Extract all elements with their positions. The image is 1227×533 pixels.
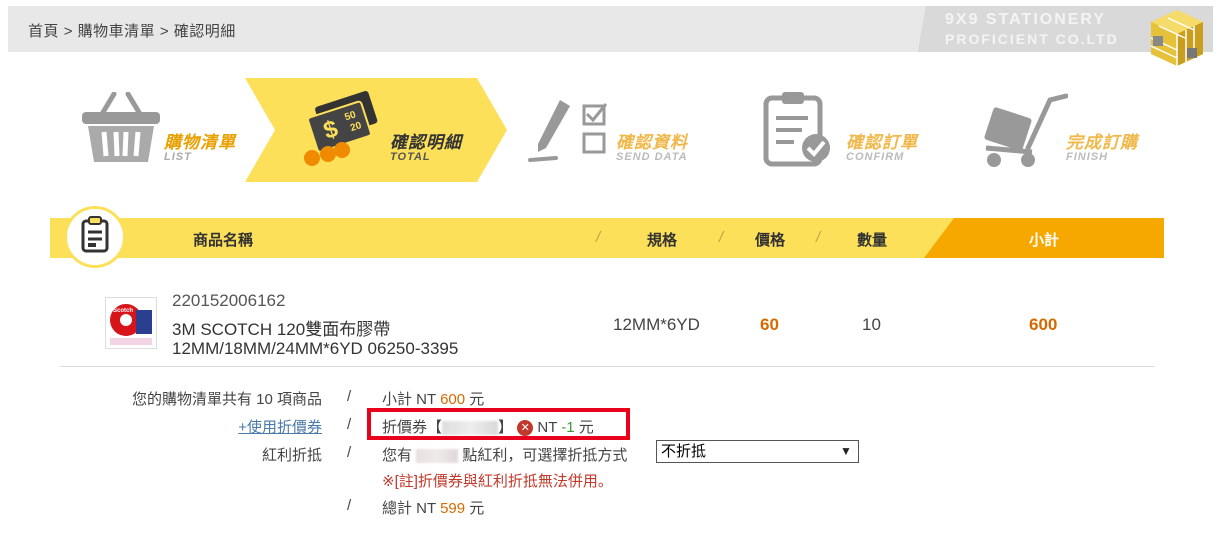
table-header: 商品名稱 / 規格 / 價格 / 數量 小計 [50, 218, 1164, 258]
header-sep: / [816, 229, 821, 246]
breadcrumb-sep: > [63, 23, 73, 40]
bonus-select[interactable]: 不折抵 [656, 440, 859, 463]
bonus-label: 紅利折抵 [261, 447, 322, 464]
brand-logo: 9X9 STATIONERY PROFICIENT CO.LTD [893, 6, 1213, 66]
highlight-box [367, 408, 630, 440]
step-label: 確認明細 [390, 133, 462, 152]
brand-line2: PROFICIENT CO.LTD [945, 31, 1119, 47]
hand-truck-icon [984, 93, 1068, 167]
scotch-tape-image: Scotch [110, 304, 152, 345]
step-list: 購物清單 LIST [76, 78, 246, 182]
step-label: 確認訂單 [846, 133, 918, 152]
pen-form-icon [528, 100, 608, 162]
header-name: 商品名稱 [193, 232, 254, 249]
summary-slash: / [347, 416, 352, 433]
step-sublabel: FINISH [1066, 151, 1109, 163]
summary-slash: / [347, 444, 352, 461]
basket-icon [82, 92, 160, 162]
step-sublabel: SEND DATA [616, 151, 688, 163]
product-qty: 10 [862, 315, 881, 334]
order-badge [64, 206, 126, 268]
step-label: 完成訂購 [1066, 133, 1138, 152]
header-qty: 數量 [857, 232, 888, 249]
table-row: Scotch 220152006162 3M SCOTCH 120雙面布膠帶 1… [60, 285, 1155, 367]
use-coupon-link[interactable]: +使用折價券 [238, 416, 322, 437]
breadcrumb-current: 確認明細 [173, 23, 236, 40]
summary-slash: / [347, 497, 352, 514]
thumb-brand: Scotch [113, 308, 133, 314]
header-sep: / [596, 229, 601, 246]
product-subtotal: 600 [1029, 315, 1058, 334]
breadcrumb: 首頁 > 購物車清單 > 確認明細 [28, 20, 236, 41]
total-suffix: 元 [465, 500, 485, 517]
page: 首頁 > 購物車清單 > 確認明細 9X9 STATIONERY PROFICI… [0, 0, 1227, 533]
breadcrumb-sep: > [159, 23, 170, 40]
subtotal-prefix: 小計 NT [382, 391, 441, 408]
bonus-mid: 點紅利，可選擇折抵方式 [458, 447, 628, 464]
step-finish: 完成訂購 FINISH [980, 78, 1180, 182]
step-total: $ 50 20 確認明細 TOTAL [300, 78, 500, 182]
header-sep: / [719, 229, 724, 246]
bonus-points-redacted [416, 449, 459, 464]
step-sublabel: CONFIRM [846, 151, 905, 163]
clipboard-check-icon [763, 92, 830, 167]
breadcrumb-cart[interactable]: 購物車清單 [78, 23, 156, 40]
subtotal-summary: 小計 NT 600 元 [382, 388, 484, 409]
product-name[interactable]: 3M SCOTCH 120雙面布膠帶 [172, 315, 390, 340]
step-label: 購物清單 [164, 133, 236, 152]
step-sublabel: LIST [164, 151, 192, 163]
product-spec: 12MM*6YD [613, 315, 700, 334]
total-summary: 總計 NT 599 元 [382, 497, 484, 518]
product-thumbnail[interactable]: Scotch [105, 297, 157, 349]
brand-line1: 9X9 STATIONERY [945, 11, 1107, 28]
breadcrumb-home[interactable]: 首頁 [28, 23, 59, 40]
money-icon: $ 50 20 [304, 91, 378, 166]
bonus-prefix: 您有 [382, 447, 417, 464]
header-price: 價格 [755, 232, 786, 249]
checkout-steps: 購物清單 LIST $ 50 20 確認明細 TOTAL 確認資料 SEND D… [60, 78, 1190, 184]
step-sublabel: TOTAL [390, 151, 431, 163]
step-send-data: 確認資料 SEND DATA [526, 78, 716, 182]
product-price: 60 [760, 315, 779, 334]
total-prefix: 總計 NT [382, 500, 441, 517]
combine-note: ※[註]折價券與紅利折抵無法併用。 [382, 473, 613, 490]
total-value: 599 [440, 500, 466, 517]
cube-logo-icon [1150, 10, 1203, 66]
step-label: 確認資料 [616, 133, 688, 152]
item-count-label: 您的購物清單共有 10 項商品 [131, 391, 322, 408]
bonus-summary: 您有 點紅利，可選擇折抵方式 [382, 444, 627, 465]
header-spec: 規格 [647, 232, 678, 249]
product-name-line2: 12MM/18MM/24MM*6YD 06250-3395 [172, 339, 459, 358]
product-code: 220152006162 [172, 291, 286, 310]
subtotal-value: 600 [440, 391, 466, 408]
subtotal-suffix: 元 [465, 391, 485, 408]
clipboard-icon [81, 216, 109, 253]
header-subtotal: 小計 [1029, 232, 1060, 249]
step-confirm: 確認訂單 CONFIRM [760, 78, 940, 182]
summary-slash: / [347, 388, 352, 405]
